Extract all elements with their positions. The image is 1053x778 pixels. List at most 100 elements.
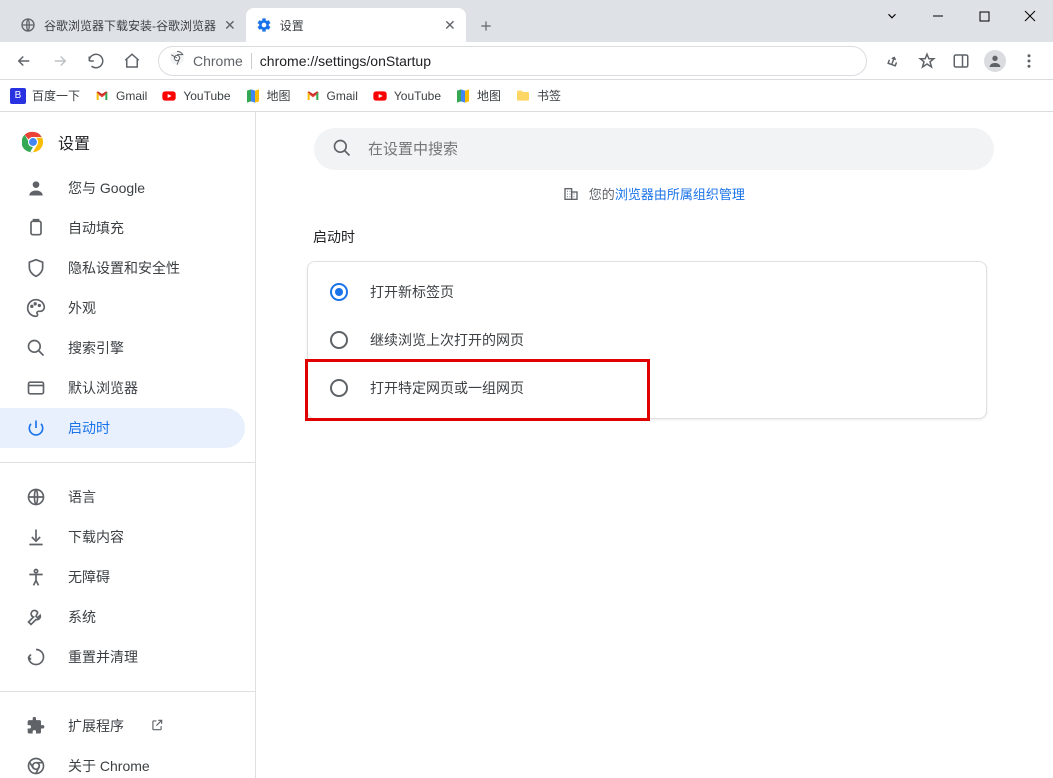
bookmarks-bar: B 百度一下 Gmail YouTube 地图 Gmail YouTube 地图…	[0, 80, 1053, 112]
bookmark-label: 百度一下	[32, 87, 80, 104]
minimize-button[interactable]	[915, 0, 961, 32]
bookmark-item[interactable]: YouTube	[372, 88, 441, 104]
gear-icon	[256, 17, 272, 33]
sidebar-item-label: 隐私设置和安全性	[68, 258, 180, 278]
search-input[interactable]	[366, 140, 976, 159]
sidebar-item-search-engine[interactable]: 搜索引擎	[0, 328, 245, 368]
accessibility-icon	[26, 567, 46, 587]
browser-tab-active[interactable]: 设置 ✕	[246, 8, 466, 42]
radio-option-specific-pages[interactable]: 打开特定网页或一组网页	[308, 364, 986, 412]
settings-search[interactable]	[314, 128, 994, 170]
side-panel-icon[interactable]	[945, 45, 977, 77]
sidebar-item-autofill[interactable]: 自动填充	[0, 208, 245, 248]
sidebar-item-system[interactable]: 系统	[0, 597, 245, 637]
bookmark-item[interactable]: Gmail	[305, 88, 358, 104]
new-tab-button[interactable]	[472, 12, 500, 40]
clipboard-icon	[26, 218, 46, 238]
close-icon[interactable]: ✕	[224, 17, 236, 34]
sidebar-item-default-browser[interactable]: 默认浏览器	[0, 368, 245, 408]
maps-icon	[455, 88, 471, 104]
maps-icon	[245, 88, 261, 104]
youtube-icon	[161, 88, 177, 104]
shield-icon	[26, 258, 46, 278]
sidebar-item-label: 默认浏览器	[68, 378, 138, 398]
radio-label: 打开特定网页或一组网页	[370, 378, 524, 398]
managed-notice: 您的浏览器由所属组织管理	[255, 178, 1053, 223]
open-in-new-icon	[150, 718, 166, 734]
share-icon[interactable]	[877, 45, 909, 77]
titlebar: 谷歌浏览器下载安装-谷歌浏览器 ✕ 设置 ✕	[0, 0, 1053, 42]
gmail-icon	[94, 88, 110, 104]
menu-icon[interactable]	[1013, 45, 1045, 77]
radio-option-new-tab[interactable]: 打开新标签页	[308, 268, 986, 316]
sidebar-item-you-and-google[interactable]: 您与 Google	[0, 168, 245, 208]
sidebar-item-extensions[interactable]: 扩展程序	[0, 706, 245, 746]
radio-option-continue[interactable]: 继续浏览上次打开的网页	[308, 316, 986, 364]
search-icon	[26, 338, 46, 358]
youtube-icon	[372, 88, 388, 104]
bookmark-label: YouTube	[183, 89, 230, 103]
managed-link[interactable]: 浏览器由所属组织管理	[615, 187, 745, 202]
bookmark-label: 书签	[537, 87, 561, 104]
bookmark-item[interactable]: YouTube	[161, 88, 230, 104]
window-controls	[869, 0, 1053, 32]
bookmark-item[interactable]: B 百度一下	[10, 87, 80, 104]
sidebar-item-languages[interactable]: 语言	[0, 477, 245, 517]
globe-icon	[20, 17, 36, 33]
address-bar[interactable]: Chrome chrome://settings/onStartup	[158, 46, 867, 76]
person-icon	[26, 178, 46, 198]
bookmark-item[interactable]: 书签	[515, 87, 561, 104]
chrome-icon	[169, 50, 185, 71]
chevron-down-icon[interactable]	[869, 0, 915, 32]
browser-icon	[26, 378, 46, 398]
sidebar-item-accessibility[interactable]: 无障碍	[0, 557, 245, 597]
restore-icon	[26, 647, 46, 667]
sidebar-item-label: 外观	[68, 298, 96, 318]
wrench-icon	[26, 607, 46, 627]
radio-label: 继续浏览上次打开的网页	[370, 330, 524, 350]
separator	[251, 53, 252, 69]
separator	[0, 691, 255, 692]
sidebar-item-privacy[interactable]: 隐私设置和安全性	[0, 248, 245, 288]
extension-icon	[26, 716, 46, 736]
sidebar-item-downloads[interactable]: 下载内容	[0, 517, 245, 557]
maximize-button[interactable]	[961, 0, 1007, 32]
bookmark-label: Gmail	[327, 89, 358, 103]
home-button[interactable]	[116, 45, 148, 77]
sidebar-item-label: 搜索引擎	[68, 338, 124, 358]
search-icon	[332, 138, 352, 161]
gmail-icon	[305, 88, 321, 104]
sidebar-item-label: 下载内容	[68, 527, 124, 547]
business-icon	[563, 186, 579, 205]
tab-title: 设置	[280, 17, 436, 34]
forward-button[interactable]	[44, 45, 76, 77]
radio-icon	[330, 379, 348, 397]
bookmark-star-icon[interactable]	[911, 45, 943, 77]
close-icon[interactable]: ✕	[444, 17, 456, 34]
sidebar-item-on-startup[interactable]: 启动时	[0, 408, 245, 448]
settings-sidebar: 设置 您与 Google 自动填充 隐私设置和安全性 外观 搜索引擎 默认浏览器	[0, 112, 255, 778]
bookmark-label: 地图	[477, 87, 501, 104]
sidebar-item-label: 自动填充	[68, 218, 124, 238]
profile-avatar[interactable]	[979, 45, 1011, 77]
reload-button[interactable]	[80, 45, 112, 77]
sidebar-item-label: 系统	[68, 607, 96, 627]
back-button[interactable]	[8, 45, 40, 77]
separator	[0, 462, 255, 463]
sidebar-item-reset[interactable]: 重置并清理	[0, 637, 245, 677]
startup-options-card: 打开新标签页 继续浏览上次打开的网页 打开特定网页或一组网页	[307, 261, 987, 419]
chrome-logo-icon	[22, 131, 44, 153]
close-button[interactable]	[1007, 0, 1053, 32]
sidebar-item-label: 扩展程序	[68, 716, 124, 736]
sidebar-item-appearance[interactable]: 外观	[0, 288, 245, 328]
download-icon	[26, 527, 46, 547]
browser-tab[interactable]: 谷歌浏览器下载安装-谷歌浏览器 ✕	[10, 8, 246, 42]
sidebar-item-label: 关于 Chrome	[68, 756, 150, 776]
bookmark-item[interactable]: 地图	[455, 87, 501, 104]
bookmark-item[interactable]: Gmail	[94, 88, 147, 104]
globe-icon	[26, 487, 46, 507]
bookmark-label: 地图	[267, 87, 291, 104]
sidebar-item-about[interactable]: 关于 Chrome	[0, 746, 245, 778]
settings-header: 设置	[0, 112, 255, 168]
bookmark-item[interactable]: 地图	[245, 87, 291, 104]
